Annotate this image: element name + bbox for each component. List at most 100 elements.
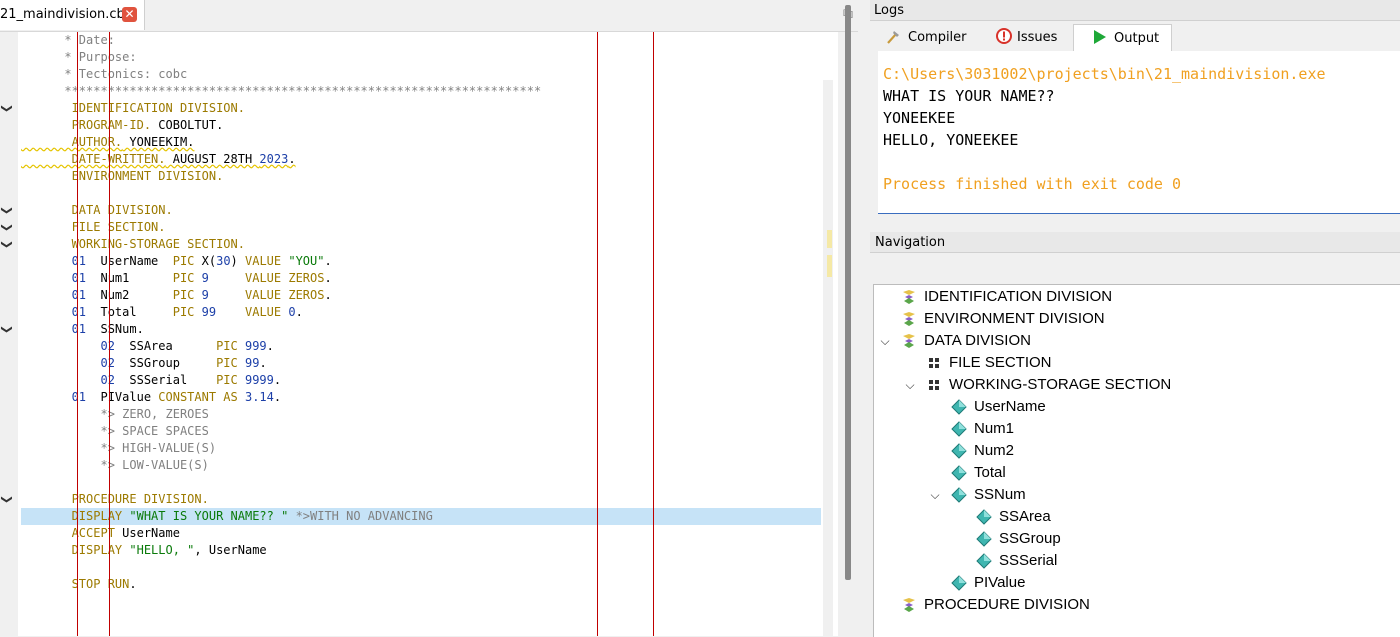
tree-item[interactable]: SSSerial (874, 550, 1394, 572)
tree-item[interactable]: IDENTIFICATION DIVISION (874, 286, 1394, 308)
section-icon (926, 355, 942, 371)
tree-item[interactable]: ⌵ SSNum (874, 484, 1394, 506)
navigation-tree[interactable]: IDENTIFICATION DIVISION ENVIRONMENT DIVIS… (873, 284, 1400, 637)
code-line[interactable] (21, 559, 821, 576)
code-line[interactable]: AUTHOR. YONEEKIM. (21, 134, 821, 151)
tree-item[interactable]: SSGroup (874, 528, 1394, 550)
tree-item[interactable]: PROCEDURE DIVISION (874, 594, 1394, 616)
code-line[interactable]: 01 Total PIC 99 VALUE 0. (21, 304, 821, 321)
tab-output[interactable]: Output (1073, 24, 1172, 52)
code-token: PROGRAM-ID. (21, 118, 152, 132)
code-line[interactable]: *> ZERO, ZEROES (21, 406, 821, 423)
code-token: PIC (216, 339, 245, 353)
tree-item[interactable]: Num1 (874, 418, 1394, 440)
vertical-scrollbar-thumb[interactable] (845, 5, 851, 580)
close-icon[interactable]: ✕ (122, 7, 137, 22)
code-token: *> ZERO, ZEROES (21, 407, 209, 421)
code-token: ) (230, 254, 245, 268)
editor-tab[interactable]: 21_maindivision.cbl ✕ (0, 0, 145, 30)
tree-item[interactable]: ⌵ DATA DIVISION (874, 330, 1394, 352)
code-line[interactable]: WORKING-STORAGE SECTION. (21, 236, 821, 253)
code-line[interactable]: 01 Num1 PIC 9 VALUE ZEROS. (21, 270, 821, 287)
code-line[interactable]: 01 Num2 PIC 9 VALUE ZEROS. (21, 287, 821, 304)
fold-chevron-icon[interactable]: ❯ (0, 493, 16, 507)
code-line[interactable]: STOP RUN. (21, 576, 821, 593)
tree-item-label: Num2 (974, 442, 1015, 459)
code-line[interactable]: 01 UserName PIC X(30) VALUE "YOU". (21, 253, 821, 270)
fold-chevron-icon[interactable]: ❯ (0, 204, 16, 218)
code-token: SSArea (114, 339, 217, 353)
vertical-scrollbar-track[interactable] (823, 80, 833, 636)
code-line[interactable]: 01 PIValue CONSTANT AS 3.14. (21, 389, 821, 406)
code-line[interactable]: * Date: (21, 32, 821, 49)
code-line[interactable]: DATA DIVISION. (21, 202, 821, 219)
code-token: DISPLAY (21, 543, 130, 557)
code-area[interactable]: * Date: * Purpose: * Tectonics: cobc ***… (21, 32, 821, 636)
code-token: 3.14 (244, 390, 274, 404)
fold-chevron-icon[interactable]: ❯ (0, 238, 16, 252)
code-line[interactable]: ENVIRONMENT DIVISION. (21, 168, 821, 185)
tab-issues[interactable]: Issues (986, 24, 1072, 51)
code-line[interactable]: 02 SSSerial PIC 9999. (21, 372, 821, 389)
code-line[interactable]: 02 SSArea PIC 999. (21, 338, 821, 355)
code-line[interactable]: FILE SECTION. (21, 219, 821, 236)
code-token: 99 (244, 356, 260, 370)
code-line[interactable] (21, 474, 821, 491)
code-line[interactable]: * Purpose: (21, 49, 821, 66)
code-token: . (324, 254, 332, 268)
expand-chevron-icon[interactable]: ⌵ (929, 484, 941, 506)
code-line[interactable]: DISPLAY "HELLO, ", UserName (21, 542, 821, 559)
tree-item[interactable]: ENVIRONMENT DIVISION (874, 308, 1394, 330)
fold-chevron-icon[interactable]: ❯ (0, 323, 16, 337)
tab-compiler[interactable]: Compiler (876, 24, 976, 51)
code-editor[interactable]: ❯ ❯ ❯ ❯ ❯ ❯ * Date: * Purpose: * Tectonics: c… (0, 32, 838, 636)
code-token: . (259, 356, 267, 370)
tree-item[interactable]: Num2 (874, 440, 1394, 462)
tree-item[interactable]: FILE SECTION (874, 352, 1394, 374)
tree-item-label: ENVIRONMENT DIVISION (924, 310, 1105, 327)
tree-item[interactable]: Total (874, 462, 1394, 484)
output-console[interactable]: C:\Users\3031002\projects\bin\21_maindiv… (878, 51, 1400, 214)
code-token: DATA DIVISION. (21, 203, 173, 217)
code-line[interactable]: * Tectonics: cobc (21, 66, 821, 83)
code-token: *>WITH NO ADVANCING (295, 509, 433, 523)
fold-chevron-icon[interactable]: ❯ (0, 221, 16, 235)
expand-chevron-icon[interactable]: ⌵ (879, 330, 891, 352)
code-token: PIC (216, 356, 245, 370)
code-line[interactable]: *> HIGH-VALUE(S) (21, 440, 821, 457)
code-line-current[interactable]: DISPLAY "WHAT IS YOUR NAME?? " *>WITH NO… (21, 508, 821, 525)
code-line[interactable]: ACCEPT UserName (21, 525, 821, 542)
code-line[interactable]: 01 SSNum. (21, 321, 821, 338)
fold-chevron-icon[interactable]: ❯ (0, 102, 16, 116)
tab-issues-label: Issues (1017, 30, 1058, 45)
splitter[interactable] (858, 0, 870, 636)
play-icon (1094, 30, 1106, 44)
tree-item[interactable]: SSArea (874, 506, 1394, 528)
code-token: 9 (201, 288, 209, 302)
code-token: COBOLTUT. (151, 118, 224, 132)
code-line[interactable] (21, 185, 821, 202)
tree-item[interactable]: UserName (874, 396, 1394, 418)
code-line[interactable]: IDENTIFICATION DIVISION. (21, 100, 821, 117)
code-token: "HELLO, " (129, 543, 195, 557)
code-line[interactable]: *> SPACE SPACES (21, 423, 821, 440)
code-line[interactable]: 02 SSGroup PIC 99. (21, 355, 821, 372)
tree-item[interactable]: ⌵ WORKING-STORAGE SECTION (874, 374, 1394, 396)
code-token: . (324, 288, 332, 302)
code-token: 2023 (259, 152, 289, 166)
code-line[interactable]: PROCEDURE DIVISION. (21, 491, 821, 508)
code-token: FILE SECTION. (21, 220, 166, 234)
division-icon (901, 597, 917, 613)
code-token: PIC (216, 373, 245, 387)
code-token: PROCEDURE DIVISION. (21, 492, 209, 506)
code-line[interactable]: ****************************************… (21, 83, 821, 100)
tree-item[interactable]: PIValue (874, 572, 1394, 594)
expand-chevron-icon[interactable]: ⌵ (904, 374, 916, 396)
code-token: PIValue (86, 390, 159, 404)
code-line[interactable]: DATE-WRITTEN. AUGUST 28TH 2023. (21, 151, 821, 168)
code-line[interactable]: PROGRAM-ID. COBOLTUT. (21, 117, 821, 134)
code-line[interactable]: *> LOW-VALUE(S) (21, 457, 821, 474)
